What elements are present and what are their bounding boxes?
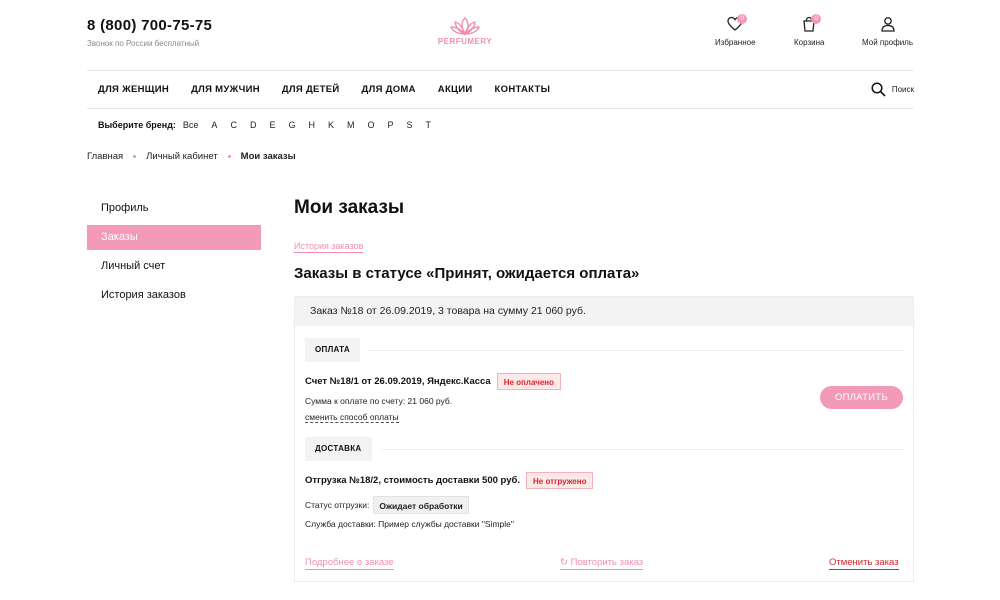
- breadcrumb-account[interactable]: Личный кабинет: [146, 151, 217, 162]
- payment-status-badge: Не оплачено: [496, 373, 562, 390]
- shipment-title: Отгрузка №18/2, стоимость доставки 500 р…: [305, 475, 521, 486]
- nav-item-kids[interactable]: ДЛЯ ДЕТЕЙ: [282, 84, 340, 95]
- repeat-order-link[interactable]: ↻ Повторить заказ: [560, 557, 644, 570]
- brand-filter-label: Выберите бренд:: [98, 120, 176, 130]
- brand-filter: Выберите бренд: Все A C D E G H K M O P …: [98, 120, 444, 130]
- breadcrumb: Главная Личный кабинет Мои заказы: [87, 151, 296, 162]
- page-title: Мои заказы: [294, 197, 405, 218]
- brand-letter-h[interactable]: H: [308, 120, 315, 130]
- repeat-order-label: Повторить заказ: [570, 557, 644, 568]
- profile-label: Мой профиль: [862, 38, 914, 47]
- brand-letter-t[interactable]: T: [426, 120, 432, 130]
- brand-letter-d[interactable]: D: [250, 120, 257, 130]
- account-sidebar: Профиль Заказы Личный счет История заказ…: [87, 196, 261, 312]
- brand-letter-k[interactable]: K: [328, 120, 334, 130]
- brand-letter-c[interactable]: C: [230, 120, 237, 130]
- breadcrumb-separator: [227, 155, 231, 158]
- favorites-link[interactable]: 0 Избранное: [715, 14, 756, 47]
- site-logo[interactable]: PERFUMERY: [432, 16, 498, 46]
- section-divider: [369, 350, 903, 351]
- shipment-status-chip: Ожидает обработки: [373, 496, 469, 514]
- profile-link[interactable]: Мой профиль: [862, 16, 913, 47]
- favorites-count-badge: 0: [737, 14, 748, 24]
- order-header: Заказ №18 от 26.09.2019, 3 товара на сум…: [295, 297, 913, 326]
- order-card: Заказ №18 от 26.09.2019, 3 товара на сум…: [294, 296, 914, 582]
- brand-letter-e[interactable]: E: [269, 120, 275, 130]
- payment-amount: Сумма к оплате по счету: 21 060 руб.: [305, 396, 453, 406]
- pay-button[interactable]: ОПЛАТИТЬ: [820, 386, 903, 409]
- nav-item-women[interactable]: ДЛЯ ЖЕНЩИН: [98, 84, 169, 95]
- shipment-status-badge: Не отгружено: [526, 472, 594, 489]
- brand-letter-m[interactable]: M: [347, 120, 355, 130]
- search-button[interactable]: Поиск: [871, 82, 914, 97]
- delivery-service: Служба доставки: Пример службы доставки …: [305, 519, 514, 529]
- breadcrumb-current: Мои заказы: [240, 151, 296, 162]
- favorites-label: Избранное: [715, 38, 756, 47]
- nav-item-sales[interactable]: АКЦИИ: [438, 84, 473, 95]
- brand-letter-o[interactable]: O: [367, 120, 374, 130]
- delivery-section-tag: ДОСТАВКА: [305, 437, 372, 461]
- phone-note: Звонок по России бесплатный: [87, 39, 200, 48]
- cart-label: Корзина: [794, 38, 825, 47]
- payment-section-tag: ОПЛАТА: [305, 338, 360, 362]
- main-nav: ДЛЯ ЖЕНЩИН ДЛЯ МУЖЧИН ДЛЯ ДЕТЕЙ ДЛЯ ДОМА…: [87, 72, 914, 109]
- sidebar-item-profile[interactable]: Профиль: [87, 196, 261, 221]
- refresh-icon: ↻: [560, 557, 568, 568]
- order-status-heading: Заказы в статусе «Принят, ожидается опла…: [294, 265, 640, 282]
- invoice-row: Счет №18/1 от 26.09.2019, Яндекс.Касса Н…: [305, 373, 562, 390]
- cancel-order-link[interactable]: Отменить заказ: [829, 557, 899, 570]
- cart-count-badge: 0: [811, 14, 822, 24]
- shipment-status-row: Статус отгрузки: Ожидает обработки: [305, 496, 469, 514]
- shipment-status-label: Статус отгрузки:: [305, 500, 370, 510]
- phone-number[interactable]: 8 (800) 700-75-75: [87, 17, 212, 34]
- site-header: 8 (800) 700-75-75 Звонок по России беспл…: [87, 0, 914, 71]
- sidebar-item-orders[interactable]: Заказы: [87, 225, 261, 250]
- logo-text: PERFUMERY: [437, 37, 493, 46]
- order-details-link[interactable]: Подробнее о заказе: [305, 557, 394, 570]
- search-icon: [871, 82, 886, 97]
- lotus-logo-icon: [450, 17, 480, 36]
- nav-item-contacts[interactable]: КОНТАКТЫ: [495, 84, 551, 95]
- invoice-title: Счет №18/1 от 26.09.2019, Яндекс.Касса: [305, 376, 491, 387]
- brand-letter-all[interactable]: Все: [183, 120, 199, 130]
- brand-letter-s[interactable]: S: [407, 120, 413, 130]
- breadcrumb-home[interactable]: Главная: [87, 151, 123, 162]
- brand-letter-g[interactable]: G: [288, 120, 295, 130]
- section-divider: [381, 449, 903, 450]
- nav-item-men[interactable]: ДЛЯ МУЖЧИН: [191, 84, 260, 95]
- sidebar-item-order-history[interactable]: История заказов: [87, 283, 261, 308]
- brand-letter-p[interactable]: P: [388, 120, 394, 130]
- search-label: Поиск: [891, 85, 914, 94]
- shipment-row: Отгрузка №18/2, стоимость доставки 500 р…: [305, 472, 594, 489]
- breadcrumb-separator: [133, 155, 137, 158]
- order-history-link[interactable]: История заказов: [294, 241, 364, 253]
- nav-item-home[interactable]: ДЛЯ ДОМА: [362, 84, 416, 95]
- sidebar-item-account-balance[interactable]: Личный счет: [87, 254, 261, 279]
- change-payment-method-link[interactable]: сменить способ оплаты: [305, 412, 399, 423]
- brand-letter-a[interactable]: A: [211, 120, 217, 130]
- cart-link[interactable]: 0 Корзина: [794, 14, 825, 47]
- user-icon: [880, 17, 895, 32]
